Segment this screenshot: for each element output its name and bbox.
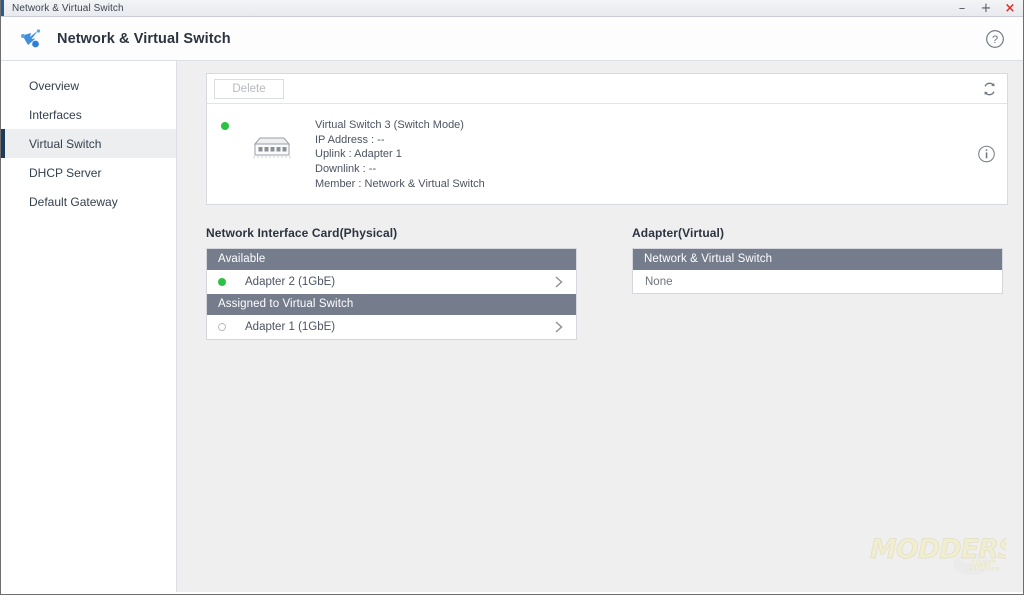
nic-group-header-assigned: Assigned to Virtual Switch (207, 294, 576, 316)
switch-device-icon (253, 137, 291, 158)
minimize-button[interactable]: – (955, 1, 969, 15)
nic-panel-title: Network Interface Card(Physical) (206, 226, 398, 241)
virtual-adapter-empty-row: None (633, 270, 1002, 294)
status-indicator-dot (221, 122, 229, 130)
close-button[interactable]: × (1003, 1, 1017, 15)
virtual-switch-toolbar: Delete (207, 74, 1007, 104)
adapter-status-dot (218, 322, 226, 331)
virtual-switch-details: Virtual Switch 3 (Switch Mode) IP Addres… (315, 118, 485, 191)
table-row[interactable]: Adapter 2 (1GbE) (207, 270, 576, 295)
modders-inc-watermark: MODDERS INC. (870, 534, 1006, 575)
table-row[interactable]: Adapter 1 (1GbE) (207, 315, 576, 340)
sidebar-item-label: Overview (29, 78, 80, 93)
watermark-subtext: INC. (970, 559, 1000, 574)
sidebar-item-overview[interactable]: Overview (1, 71, 176, 100)
info-circle-icon[interactable] (977, 145, 996, 164)
switch-uplink: Uplink : Adapter 1 (315, 148, 402, 161)
window-body: Overview Interfaces Virtual Switch DHCP … (1, 61, 1023, 592)
window-controls: – + × (955, 0, 1017, 16)
nic-panel: Network Interface Card(Physical) Availab… (206, 226, 577, 341)
sidebar-item-virtual-switch[interactable]: Virtual Switch (1, 129, 176, 158)
page-title: Network & Virtual Switch (57, 30, 231, 47)
maximize-button[interactable]: + (979, 1, 993, 15)
application-window: Network & Virtual Switch – + × Network &… (0, 0, 1024, 595)
watermark-text: MODDERS (870, 534, 1006, 565)
switch-ip-address: IP Address : -- (315, 133, 385, 146)
svg-text:?: ? (992, 34, 998, 46)
sidebar: Overview Interfaces Virtual Switch DHCP … (1, 61, 177, 592)
virtual-switch-card: Delete Virtual Switch 3 (Switch Mode) IP… (206, 73, 1008, 206)
virtual-adapter-panel-box: Network & Virtual Switch None (632, 248, 1003, 295)
delete-button[interactable]: Delete (214, 78, 284, 99)
help-circle-icon[interactable]: ? (985, 29, 1005, 49)
sidebar-item-default-gateway[interactable]: Default Gateway (1, 187, 176, 216)
sidebar-item-label: Default Gateway (29, 194, 118, 209)
virtual-adapter-panel: Adapter(Virtual) Network & Virtual Switc… (632, 226, 1003, 340)
virtual-adapter-group-header: Network & Virtual Switch (633, 249, 1002, 271)
refresh-icon[interactable] (981, 80, 998, 97)
adapter-label: Adapter 1 (1GbE) (245, 320, 336, 333)
virtual-adapter-panel-title: Adapter(Virtual) (632, 226, 725, 241)
titlebar-accent (1, 0, 4, 16)
nic-group-header-available: Available (207, 249, 576, 271)
sidebar-item-label: Interfaces (29, 107, 82, 122)
network-switch-icon (21, 28, 41, 47)
window-titlebar: Network & Virtual Switch – + × (1, 0, 1023, 17)
sidebar-item-dhcp-server[interactable]: DHCP Server (1, 158, 176, 187)
switch-member: Member : Network & Virtual Switch (315, 177, 485, 190)
window-title: Network & Virtual Switch (12, 2, 124, 14)
sidebar-item-interfaces[interactable]: Interfaces (1, 100, 176, 129)
switch-downlink: Downlink : -- (315, 162, 377, 175)
adapter-status-dot (218, 277, 226, 286)
panels-row: Network Interface Card(Physical) Availab… (206, 226, 1008, 341)
sidebar-item-label: Virtual Switch (29, 136, 102, 151)
chevron-right-icon[interactable] (554, 320, 564, 333)
virtual-switch-row[interactable]: Virtual Switch 3 (Switch Mode) IP Addres… (207, 104, 1007, 204)
nic-panel-box: Available Adapter 2 (1GbE) Assigned to V… (206, 248, 577, 341)
main-content: Delete Virtual Switch 3 (Switch Mode) IP… (177, 61, 1023, 592)
switch-name: Virtual Switch 3 (Switch Mode) (315, 119, 464, 131)
app-header: Network & Virtual Switch ? (1, 17, 1023, 61)
sidebar-item-label: DHCP Server (29, 165, 102, 180)
adapter-label: Adapter 2 (1GbE) (245, 275, 336, 288)
chevron-right-icon[interactable] (554, 275, 564, 288)
